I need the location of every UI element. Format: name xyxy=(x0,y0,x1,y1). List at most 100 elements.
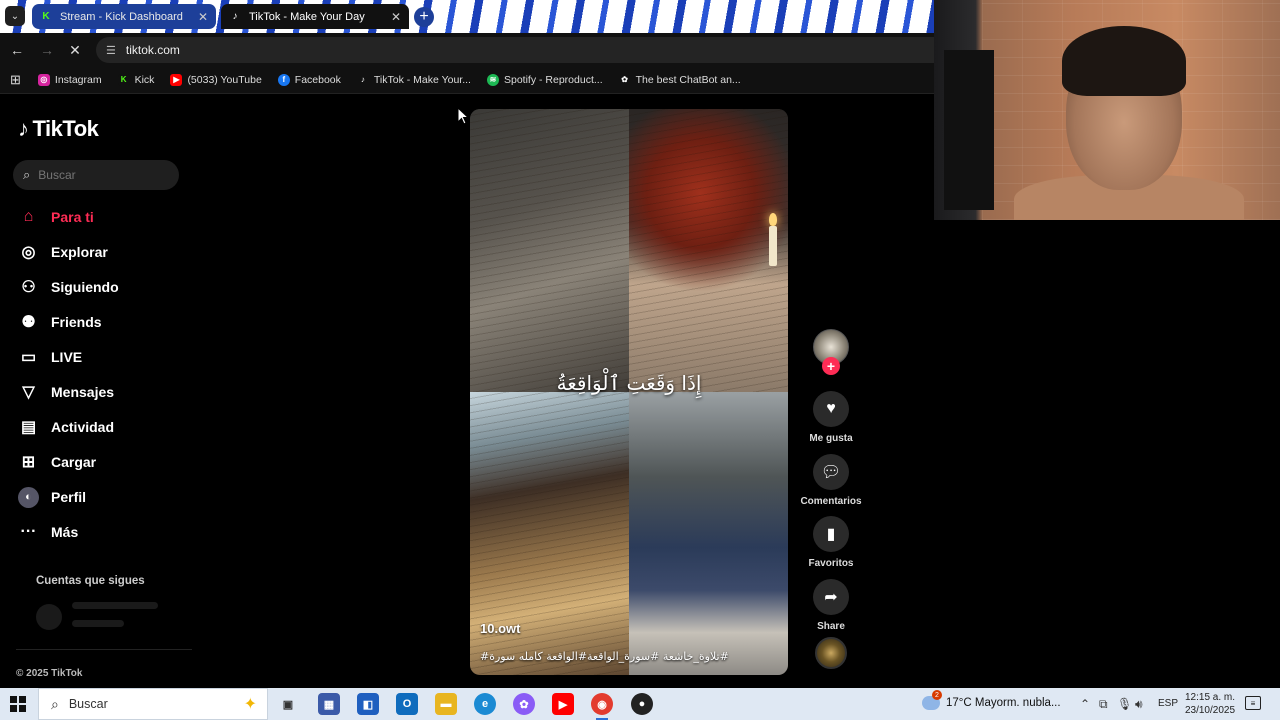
nav-label: Mensajes xyxy=(51,384,115,400)
follow-plus-icon[interactable]: + xyxy=(822,357,840,375)
bookmark-kick[interactable]: K Kick xyxy=(113,73,160,86)
obs-app-icon[interactable]: ● xyxy=(631,693,653,715)
bookmark-label: Kick xyxy=(134,73,155,86)
video-overlay-text: إِذَا وَقَعَتِ ٱلْوَاقِعَةُ xyxy=(556,371,702,395)
nav-actividad[interactable]: ▤ Actividad xyxy=(18,413,114,441)
tab-kick-dashboard[interactable]: K Stream - Kick Dashboard ✕ xyxy=(32,4,216,29)
dark-door xyxy=(944,50,994,210)
nav-label: LIVE xyxy=(51,349,83,365)
nav-friends[interactable]: ⚉ Friends xyxy=(18,308,101,336)
bookmark-spotify[interactable]: ≋ Spotify - Reproduct... xyxy=(482,73,608,86)
bookmark-youtube[interactable]: ▶ (5033) YouTube xyxy=(165,73,266,86)
url-text: tiktok.com xyxy=(125,43,180,57)
youtube-icon: ▶ xyxy=(170,73,183,86)
share-button[interactable]: ➦ xyxy=(813,579,849,615)
forward-arrow-icon[interactable]: → xyxy=(38,41,56,59)
windows-start-icon[interactable] xyxy=(10,696,26,712)
close-icon[interactable]: ✕ xyxy=(198,10,208,24)
copilot-icon[interactable]: ✿ xyxy=(513,693,535,715)
edge-icon[interactable]: e xyxy=(474,693,496,715)
nav-live[interactable]: ▭ LIVE xyxy=(18,343,82,371)
bookmark-label: The best ChatBot an... xyxy=(635,73,741,86)
file-explorer-icon[interactable]: ▬ xyxy=(435,693,457,715)
chrome-icon[interactable]: ◉ xyxy=(591,693,613,720)
favorite-button[interactable]: ▮ xyxy=(813,516,849,552)
search-bar[interactable]: ⌕ xyxy=(13,160,179,190)
notification-icon[interactable]: ≡ xyxy=(1245,696,1261,710)
video-author[interactable]: 10.owt xyxy=(480,621,520,636)
tiktok-logo[interactable]: ♪ TikTok xyxy=(18,116,99,142)
bookmark-facebook[interactable]: f Facebook xyxy=(273,73,346,86)
clock-date: 23/10/2025 xyxy=(1184,705,1236,716)
windows-taskbar: ⌕ Buscar ✦ ▣ ▦ ◧ O ▬ e ✿ ▶ ◉ ● 2 17°C Ma… xyxy=(0,688,1280,720)
skeleton-line xyxy=(72,602,158,609)
clock-time: 12:15 a. m. xyxy=(1184,692,1236,703)
following-icon: ⚇ xyxy=(21,279,36,296)
outlook-icon[interactable]: O xyxy=(396,693,418,715)
language-indicator[interactable]: ESP xyxy=(1158,698,1178,709)
search-icon: ⌕ xyxy=(51,695,59,712)
comment-button[interactable]: 💬︎ xyxy=(813,454,849,490)
bookmark-label: (5033) YouTube xyxy=(187,73,262,86)
video-frame-quran-page xyxy=(470,109,629,392)
nav-explorar[interactable]: ◎ Explorar xyxy=(18,238,108,266)
like-button[interactable]: ♥ xyxy=(813,391,849,427)
bookmark-tiktok[interactable]: ♪ TikTok - Make Your... xyxy=(352,74,476,86)
volume-icon[interactable]: 🔊︎ xyxy=(1135,697,1143,712)
taskbar-search-placeholder: Buscar xyxy=(68,697,108,711)
home-icon: ⌂ xyxy=(23,208,34,225)
nav-para-ti[interactable]: ⌂ Para ti xyxy=(18,203,94,231)
close-icon[interactable]: ✕ xyxy=(391,10,401,24)
bookmark-chatbot[interactable]: ✿ The best ChatBot an... xyxy=(614,74,746,86)
nav-cargar[interactable]: ⊞ Cargar xyxy=(18,448,96,476)
microphone-icon[interactable]: 🎙︎ xyxy=(1117,697,1132,711)
upload-icon: ⊞ xyxy=(21,454,36,471)
chatbot-icon: ✿ xyxy=(621,75,628,84)
webcam-overlay xyxy=(934,0,1280,220)
weather-badge: 2 xyxy=(932,690,942,700)
taskbar-search[interactable]: ⌕ Buscar ✦ xyxy=(38,688,268,720)
apps-grid-icon[interactable]: ⊞ xyxy=(10,72,21,88)
youtube-app-icon[interactable]: ▶ xyxy=(552,693,574,715)
new-tab-button[interactable]: + xyxy=(414,7,434,27)
stop-loading-icon[interactable]: ✕ xyxy=(66,41,84,59)
store-app-icon[interactable]: ◧ xyxy=(357,693,379,715)
system-clock[interactable]: 12:15 a. m. 23/10/2025 xyxy=(1184,691,1236,717)
comment-icon: 💬︎ xyxy=(820,464,842,481)
comment-label: Comentarios xyxy=(800,496,862,507)
toolbar: ← → ✕ ☰ tiktok.com xyxy=(0,33,934,66)
tiktok-icon: ♪ xyxy=(360,75,365,84)
video-player[interactable]: إِذَا وَقَعَتِ ٱلْوَاقِعَةُ 10.owt #تلاو… xyxy=(470,109,788,675)
weather-widget[interactable]: 2 17°C Mayorm. nubla... xyxy=(922,690,1061,710)
sidebar: ♪ TikTok ⌕ ⌂ Para ti ◎ Explorar ⚇ Siguie… xyxy=(0,96,195,688)
address-bar[interactable]: ☰ tiktok.com xyxy=(96,37,934,63)
copyright: © 2025 TikTok xyxy=(16,668,83,679)
divider xyxy=(16,649,192,650)
widgets-app-icon[interactable]: ▦ xyxy=(318,693,340,715)
music-disc-icon[interactable] xyxy=(815,637,847,669)
nav-siguiendo[interactable]: ⚇ Siguiendo xyxy=(18,273,118,301)
bookmark-label: Instagram xyxy=(54,73,102,86)
bookmark-label: Facebook xyxy=(294,73,341,86)
task-view-icon[interactable]: ▣ xyxy=(277,693,299,715)
site-settings-icon[interactable]: ☰ xyxy=(106,44,116,57)
tray-app-icon[interactable]: ⧉ xyxy=(1099,697,1108,712)
following-accounts-title: Cuentas que sigues xyxy=(36,575,145,587)
bookmark-label: Spotify - Reproduct... xyxy=(503,73,603,86)
back-arrow-icon[interactable]: ← xyxy=(8,41,26,59)
kick-icon: K xyxy=(117,73,130,86)
chevron-up-icon[interactable]: ⌃ xyxy=(1080,697,1090,711)
nav-label: Perfil xyxy=(51,489,87,505)
tiktok-note-icon: ♪ xyxy=(18,116,29,141)
mouse-cursor xyxy=(457,107,469,125)
nav-mas[interactable]: ··· Más xyxy=(18,518,79,546)
tab-tiktok[interactable]: ♪ TikTok - Make Your Day ✕ xyxy=(221,4,409,29)
search-input[interactable] xyxy=(38,168,159,182)
tab-search-chevron-icon[interactable]: ⌄ xyxy=(5,6,25,26)
friends-icon: ⚉ xyxy=(21,314,36,331)
nav-mensajes[interactable]: ▽ Mensajes xyxy=(18,378,114,406)
nav-perfil[interactable]: ◐ Perfil xyxy=(18,483,86,511)
bookmark-instagram[interactable]: ◎ Instagram xyxy=(33,73,107,86)
instagram-icon: ◎ xyxy=(37,73,50,86)
more-icon: ··· xyxy=(20,523,37,540)
